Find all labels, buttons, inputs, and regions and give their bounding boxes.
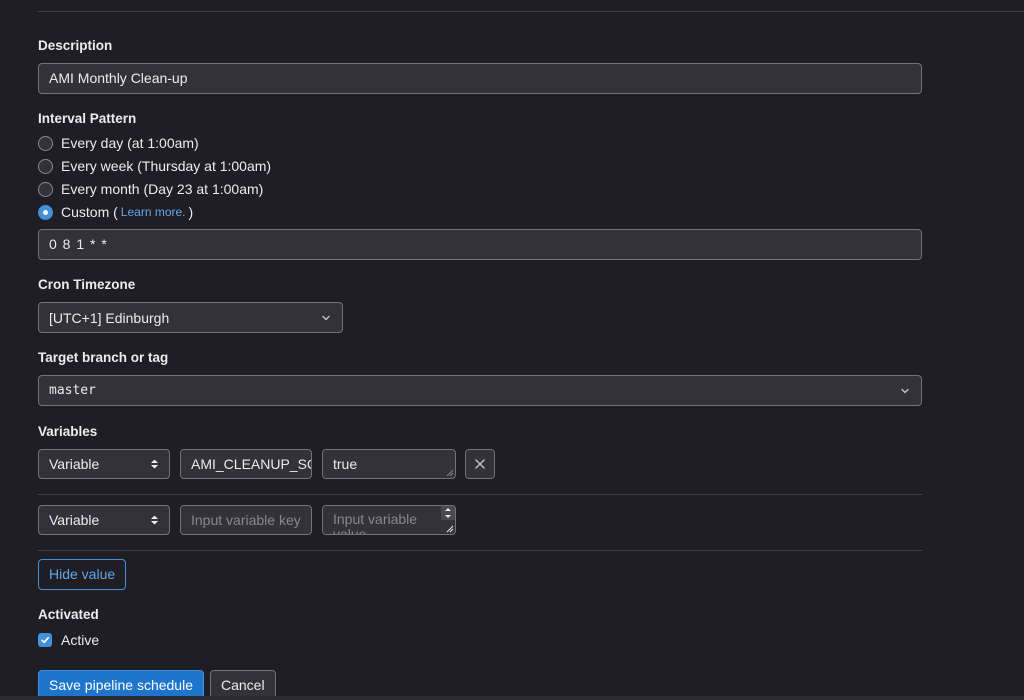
variable-type-value: Variable [49,456,100,472]
custom-close-paren: ) [188,204,194,220]
radio-unchecked-icon[interactable] [38,135,53,151]
remove-variable-button[interactable] [465,449,495,479]
variable-value-text: true [333,456,358,472]
cron-pattern-input[interactable]: 0 8 1 * * [38,229,922,260]
resize-grip-icon[interactable] [445,524,454,533]
active-checkbox-label: Active [61,632,100,648]
variable-value-input[interactable]: Input variable value [322,505,456,535]
target-branch-value: master [49,383,96,398]
interval-option-monthly[interactable]: Every month (Day 23 at 1:00am) [38,180,263,198]
bottom-edge-strip [0,696,1024,700]
interval-option-label: Every week (Thursday at 1:00am) [61,158,272,174]
variables-label: Variables [38,424,98,439]
chevron-down-icon [901,388,909,393]
interval-option-custom[interactable]: Custom ( Learn more. ) [38,203,193,221]
description-input[interactable]: AMI Monthly Clean-up [38,63,922,94]
description-label: Description [38,38,113,53]
variables-section-divider [38,550,922,551]
interval-option-label: Every day (at 1:00am) [61,135,199,151]
radio-unchecked-icon[interactable] [38,158,53,174]
variable-type-select[interactable]: Variable [38,505,170,535]
active-checkbox-row[interactable]: Active [38,632,99,648]
checkmark-icon [41,637,49,644]
learn-more-link[interactable]: Learn more. [121,205,186,219]
cron-timezone-label: Cron Timezone [38,277,136,292]
hide-value-button[interactable]: Hide value [38,559,127,590]
activated-label: Activated [38,607,99,622]
radio-checked-icon[interactable] [38,204,53,220]
interval-option-weekly[interactable]: Every week (Thursday at 1:00am) [38,157,271,175]
pipeline-schedule-form: Description AMI Monthly Clean-up Interva… [0,0,1024,700]
select-arrows-icon [151,515,158,525]
target-branch-label: Target branch or tag [38,350,169,365]
cron-timezone-value: [UTC+1] Edinburgh [49,309,170,326]
select-arrows-icon [151,459,158,469]
variable-type-select[interactable]: Variable [38,449,170,479]
checkbox-checked-icon[interactable] [38,633,52,647]
variable-value-placeholder: Input variable value [333,511,418,535]
interval-option-label: Every month (Day 23 at 1:00am) [61,181,264,197]
target-branch-dropdown[interactable]: master [38,375,922,406]
interval-option-label: Custom ( [61,204,118,220]
variable-type-value: Variable [49,512,100,528]
variable-row-divider [38,494,922,495]
interval-option-daily[interactable]: Every day (at 1:00am) [38,134,199,152]
variable-key-input[interactable]: Input variable key [180,505,312,535]
cron-timezone-dropdown[interactable]: [UTC+1] Edinburgh [38,302,343,333]
radio-unchecked-icon[interactable] [38,181,53,197]
close-icon [475,459,485,469]
scroll-arrows-icon [445,508,451,518]
resize-grip-icon[interactable] [445,468,454,477]
top-divider [38,11,1024,12]
interval-pattern-label: Interval Pattern [38,111,137,126]
variable-key-input[interactable]: AMI_CLEANUP_SC [180,449,312,479]
chevron-down-icon [322,315,330,320]
variable-value-input[interactable]: true [322,449,456,479]
textarea-scroll-arrows[interactable] [441,506,455,520]
